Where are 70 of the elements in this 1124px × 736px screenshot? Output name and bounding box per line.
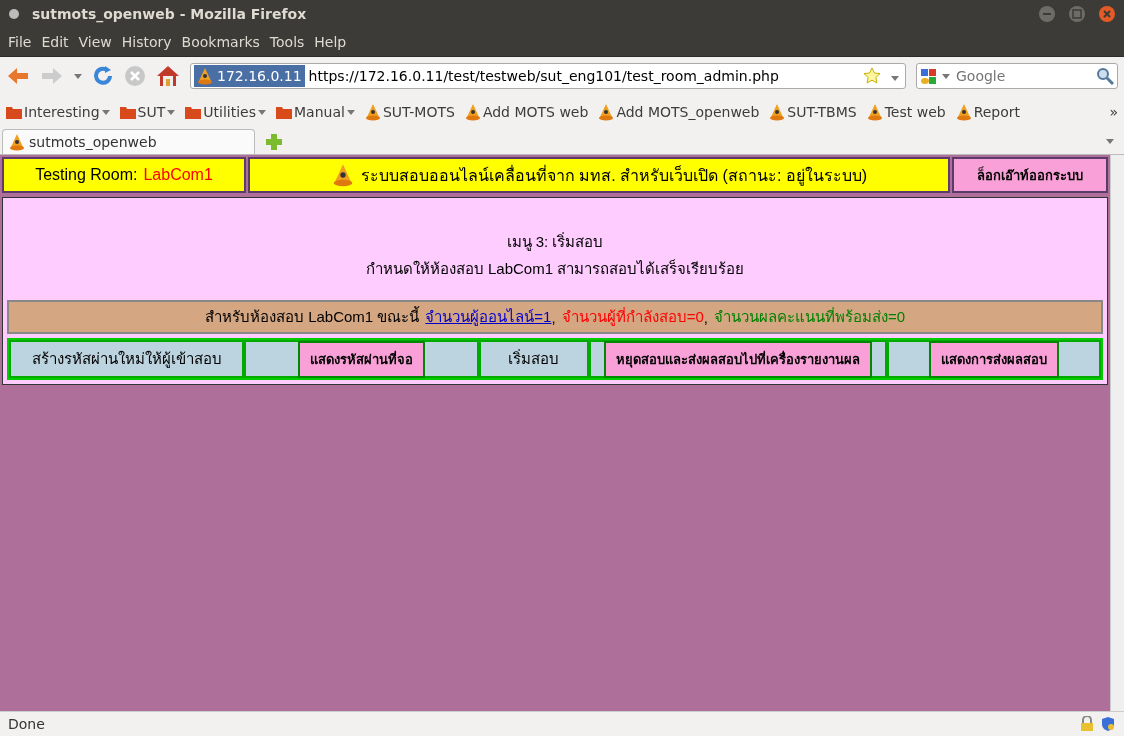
stat-count: จำนวนผลคะแนนที่พร้อมส่ง=0 (713, 306, 905, 327)
stats-prefix: สำหรับห้องสอบ LabCom1 ขณะนี้ (204, 305, 420, 327)
close-icon[interactable] (1098, 5, 1116, 23)
caret-icon (1106, 139, 1114, 144)
bookmark-item[interactable]: Interesting (6, 104, 110, 120)
folder-icon (119, 105, 136, 119)
comma: , (551, 308, 556, 326)
folder-icon (6, 105, 22, 119)
caret-icon (101, 109, 110, 115)
action-button[interactable]: หยุดสอบและส่งผลสอบไปที่เครื่องรายงานผล (603, 340, 872, 378)
lock-icon (1080, 716, 1094, 732)
menu-item[interactable]: File (3, 34, 37, 50)
menu-item[interactable]: Tools (264, 34, 310, 50)
caret-icon (74, 73, 82, 79)
online-count-link[interactable]: จำนวนผู้ออนไลน์=1 (425, 305, 552, 329)
bookmark-item[interactable]: SUT (119, 104, 176, 120)
minimize-icon[interactable] (1038, 5, 1056, 23)
caret-icon (891, 76, 899, 81)
address-bar[interactable]: 172.16.0.11 https://172.16.0.11/test/testweb/sut_eng101/test_room_admin.php (190, 63, 906, 89)
stat-count: จำนวนผู้ที่กำลังสอบ=0 (561, 306, 704, 328)
search-bar[interactable]: Google (916, 63, 1118, 89)
bookmark-item[interactable]: Utilities (185, 104, 266, 120)
action-button[interactable]: แสดงการส่งผลสอบ (928, 340, 1059, 378)
bookmark-item[interactable]: Add MOTS web (464, 103, 589, 121)
action-label: สร้างรหัสผ่านใหม่ให้ผู้เข้าสอบ (31, 349, 222, 370)
more-bookmarks-button[interactable]: » (1109, 104, 1118, 120)
bookmark-item[interactable]: Manual (276, 104, 355, 120)
scrollbar[interactable] (1110, 155, 1124, 711)
url-text: https://172.16.0.11/test/testweb/sut_eng101/test_room_admin.php (308, 68, 780, 84)
stop-icon[interactable] (124, 65, 146, 87)
window-title: sutmots_openweb - Mozilla Firefox (32, 6, 308, 22)
room-label: Testing Room: (35, 166, 138, 184)
bookmark-item[interactable]: Report (955, 103, 1021, 121)
bookmark-item[interactable]: Add MOTS_openweb (598, 103, 760, 121)
comma: , (703, 308, 708, 326)
bookmark-item[interactable]: Test web (866, 103, 946, 121)
bookmark-item[interactable]: SUT-MOTS (364, 103, 455, 121)
action-button[interactable]: แสดงรหัสผ่านที่จอ (298, 340, 426, 378)
folder-icon (185, 105, 202, 119)
menu-item[interactable]: Edit (36, 34, 74, 50)
reload-icon[interactable] (92, 65, 114, 87)
search-icon[interactable] (1096, 67, 1114, 85)
system-title: ระบบสอบออนไลน์เคลื่อนที่จาก มทส. สำหรับเว็บเปิด (สถานะ: อยู่ในระบบ) (360, 164, 868, 188)
caret-icon (258, 109, 266, 115)
status-message: กำหนดให้ห้องสอบ LabCom1 สามารถสอบได้เสร็จเรียบร้อย (364, 258, 746, 279)
browser-tab[interactable]: sutmots_openweb (2, 129, 255, 154)
shield-icon (1100, 716, 1116, 732)
search-engine-icon[interactable] (920, 67, 938, 85)
home-icon[interactable] (156, 65, 180, 87)
window-icon (8, 8, 20, 20)
menu-title: เมนู 3: เริ่มสอบ (505, 231, 605, 253)
caret-icon (167, 109, 176, 115)
menu-item[interactable]: View (73, 34, 117, 50)
room-name: LabCom1 (143, 166, 213, 184)
menu-item[interactable]: Help (309, 34, 352, 50)
menu-item[interactable]: History (116, 34, 177, 50)
back-arrow-icon[interactable] (6, 67, 30, 85)
logout-button[interactable]: ล็อกเอ๊าท์ออกระบบ (952, 157, 1108, 193)
forward-arrow-icon[interactable] (40, 67, 64, 85)
status-text: Done (8, 716, 46, 732)
menu-item[interactable]: Bookmarks (176, 34, 265, 50)
maximize-icon[interactable] (1068, 5, 1086, 23)
caret-icon (942, 73, 950, 79)
action-label: เริ่มสอบ (508, 348, 560, 369)
folder-icon (276, 105, 292, 119)
site-host: 172.16.0.11 (194, 65, 305, 87)
bookmark-item[interactable]: SUT-TBMS (769, 103, 857, 121)
new-tab-icon[interactable] (265, 133, 283, 151)
star-icon[interactable] (863, 67, 881, 85)
caret-icon (346, 109, 355, 115)
